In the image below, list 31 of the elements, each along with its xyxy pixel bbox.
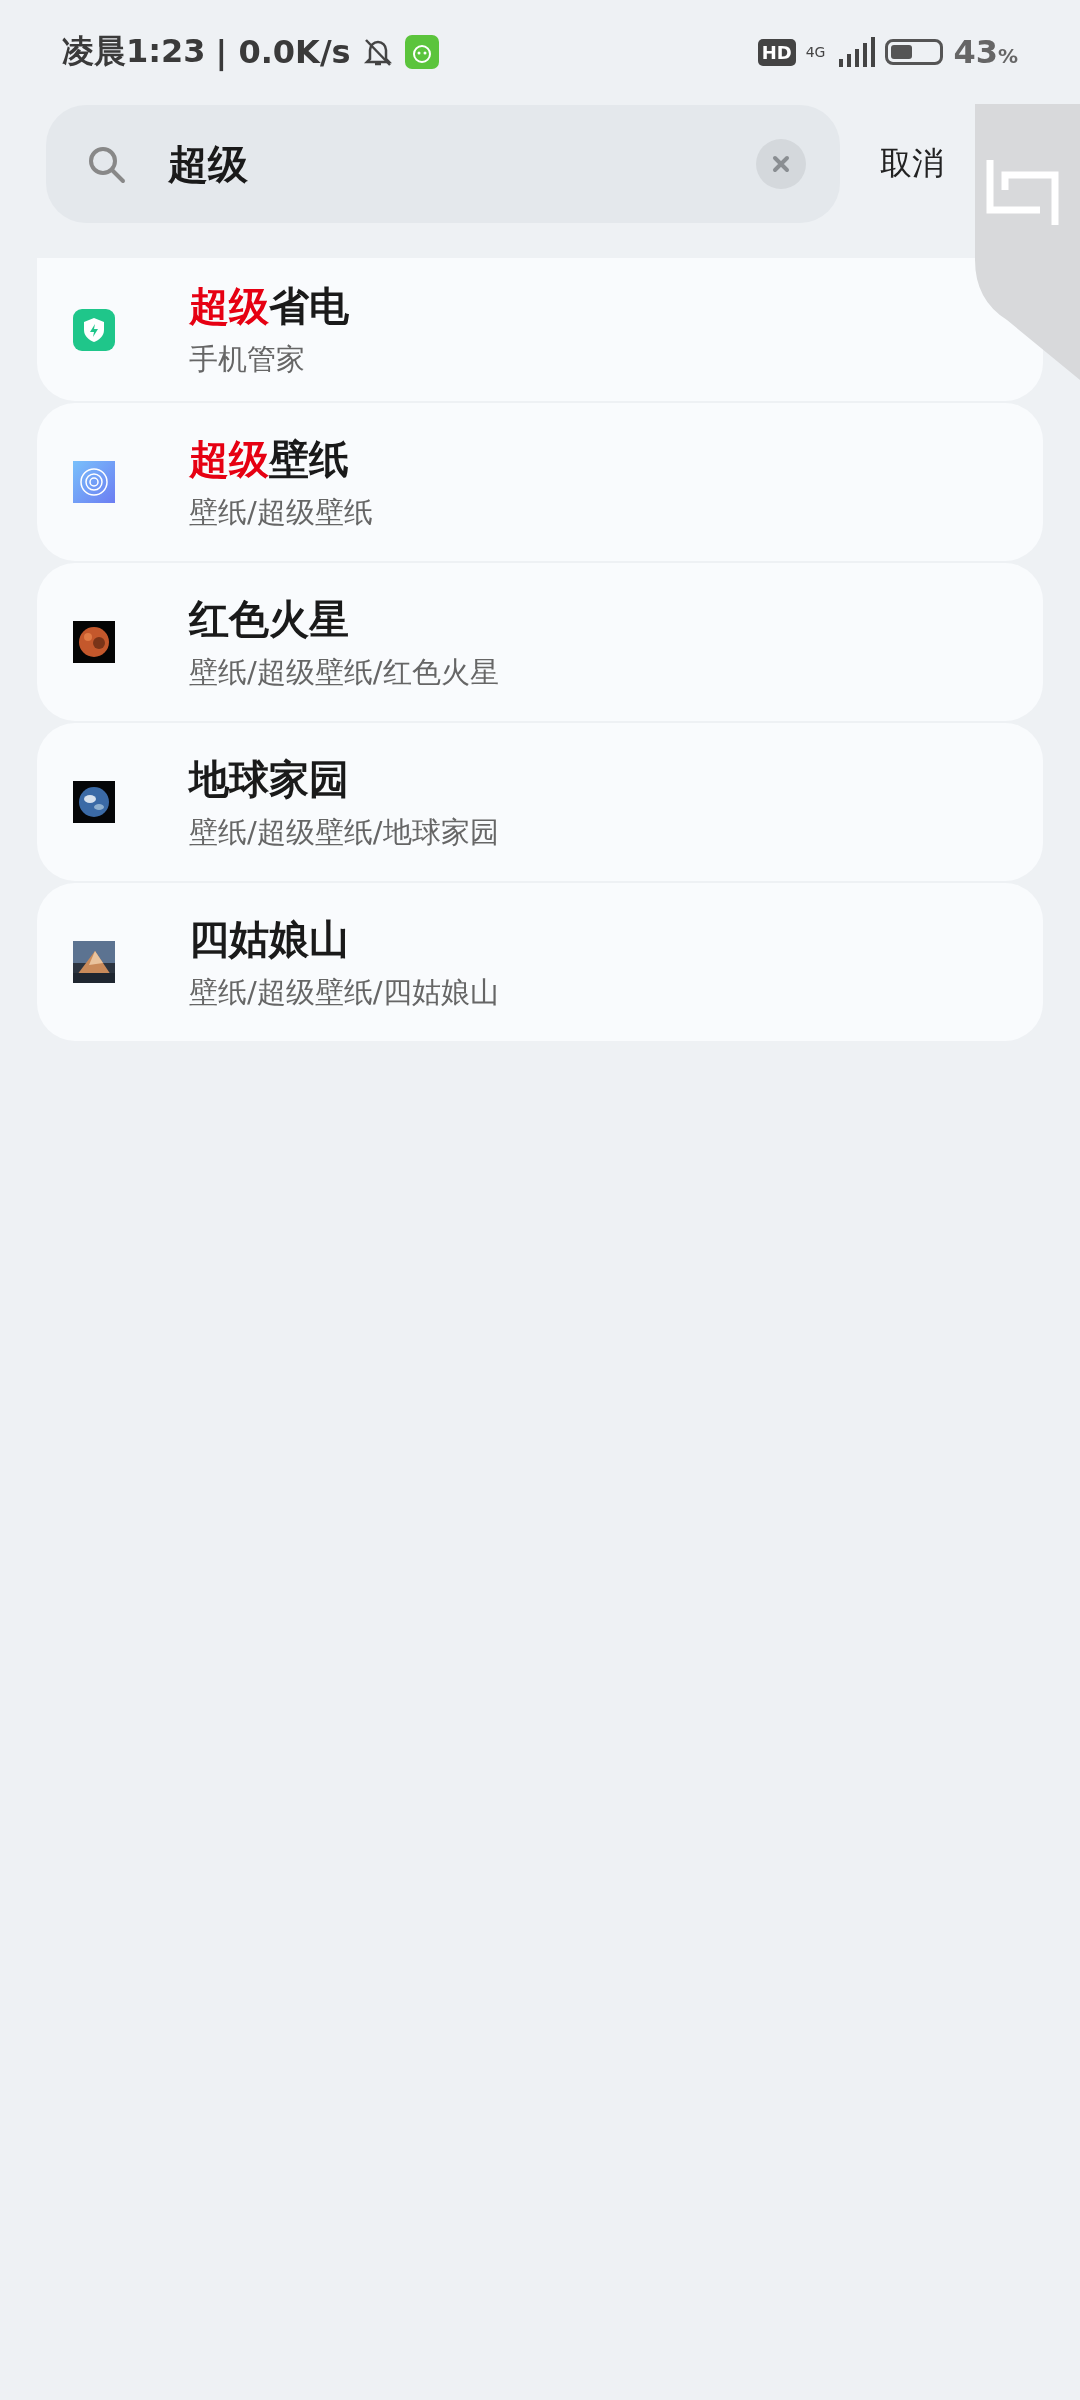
network-speed: | 0.0K/s: [215, 33, 351, 71]
result-item[interactable]: 红色火星 壁纸/超级壁纸/红色火星: [37, 563, 1043, 721]
battery-icon: [885, 39, 944, 65]
result-path: 壁纸/超级壁纸/地球家园: [189, 813, 499, 851]
network-type: 4G: [805, 44, 826, 60]
clear-button[interactable]: [756, 139, 806, 189]
status-time: 凌晨1:23: [62, 31, 206, 72]
result-title: 超级省电: [189, 282, 349, 331]
result-item[interactable]: 超级壁纸 壁纸/超级壁纸: [37, 403, 1043, 561]
robot-app-icon: [404, 35, 439, 69]
search-field[interactable]: 超级: [46, 105, 840, 223]
result-path: 壁纸/超级壁纸/红色火星: [189, 653, 499, 691]
result-item[interactable]: 四姑娘山 壁纸/超级壁纸/四姑娘山: [37, 883, 1043, 1041]
shield-app-icon: [73, 308, 115, 351]
result-path: 壁纸/超级壁纸/四姑娘山: [189, 973, 499, 1011]
close-icon: [772, 155, 790, 173]
hd-badge: HD: [757, 38, 796, 66]
result-path: 壁纸/超级壁纸: [189, 493, 373, 531]
result-title: 超级壁纸: [189, 434, 350, 484]
cancel-button[interactable]: 取消: [880, 142, 944, 186]
result-path: 手机管家: [189, 341, 306, 378]
result-item[interactable]: 超级省电 手机管家: [37, 258, 1043, 401]
result-title: 四姑娘山: [189, 914, 350, 964]
wallpaper-app-icon: [73, 461, 115, 503]
battery-percent: 43: [953, 33, 998, 71]
crop-tool-panel[interactable]: [975, 104, 1080, 380]
result-title: 地球家园: [189, 754, 350, 804]
result-title: 红色火星: [189, 594, 350, 644]
result-item[interactable]: 地球家园 壁纸/超级壁纸/地球家园: [37, 723, 1043, 881]
percent-sign: %: [997, 44, 1018, 68]
search-icon: [86, 144, 126, 184]
